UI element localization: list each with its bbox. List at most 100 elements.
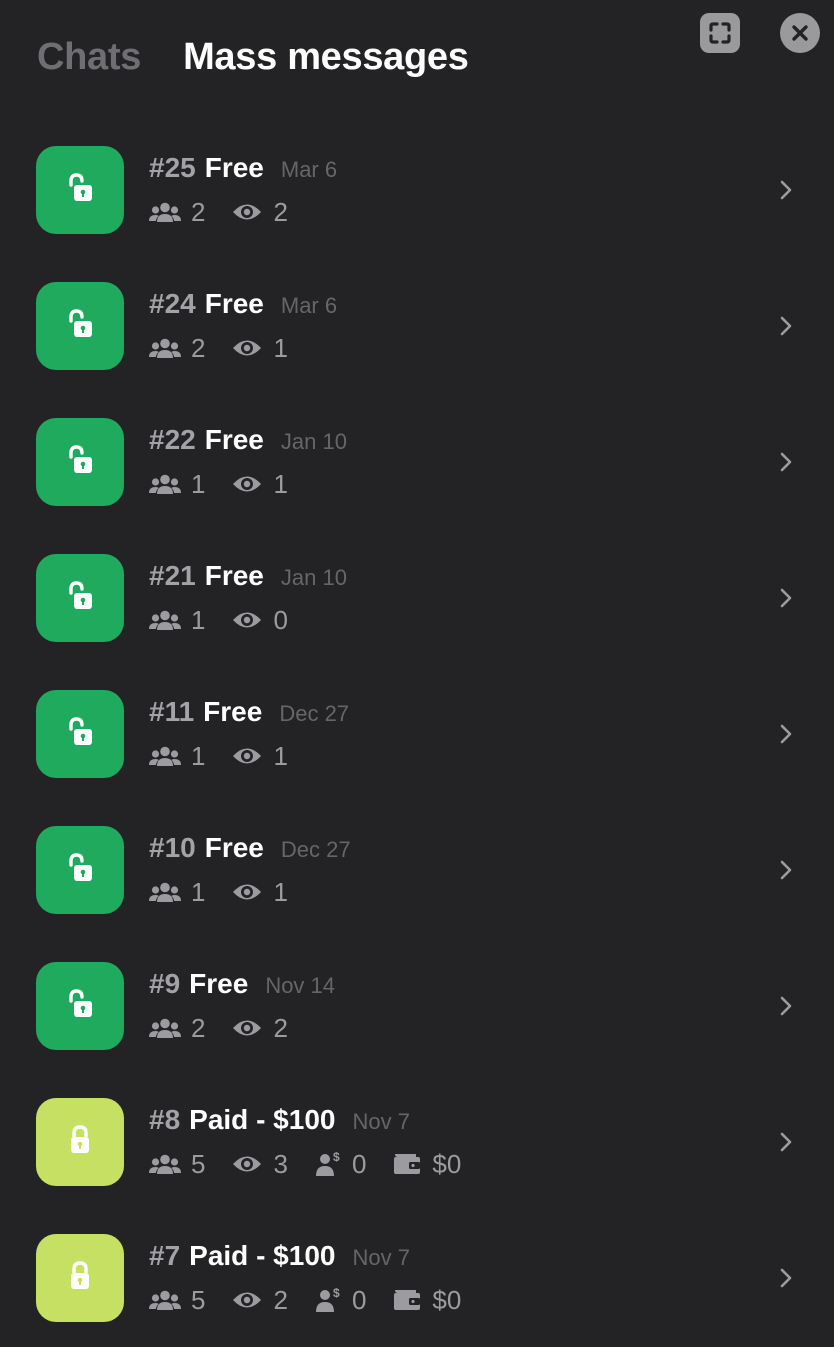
unlocked-lock-icon [63,851,97,890]
tab-bar: Chats Mass messages [37,34,469,80]
chevron-right-icon[interactable] [776,586,796,610]
recipients-stat: 2 [149,198,205,226]
recipients-count: 5 [191,1285,206,1315]
message-kind: Paid - $100 [189,1104,336,1135]
message-date: Nov 14 [265,973,336,998]
free-lock-tile [36,554,124,642]
users-icon [149,1289,181,1311]
svg-text:$: $ [333,1151,340,1164]
eye-icon [231,337,263,359]
recipients-count: 1 [191,877,206,907]
eye-icon [231,609,263,631]
recipients-count: 1 [191,605,206,635]
chevron-right-icon[interactable] [776,314,796,338]
recipients-stat: 5 [149,1286,205,1314]
message-number: #7 [149,1240,181,1271]
message-kind: Free [203,696,263,727]
free-lock-tile [36,690,124,778]
message-kind: Free [204,288,264,319]
message-stats: 10 [149,606,314,634]
users-icon [149,1153,181,1175]
free-lock-tile [36,962,124,1050]
message-date: Jan 10 [280,429,347,454]
recipients-stat: 2 [149,1014,205,1042]
message-kind: Free [189,968,249,999]
buyers-count: 0 [351,1149,367,1179]
message-stats: 11 [149,878,314,906]
unlocked-lock-icon [63,987,97,1026]
views-count: 2 [273,1285,288,1315]
views-count: 1 [273,469,288,499]
mass-message-row[interactable]: #25 Free Mar 622 [0,122,834,258]
mass-message-row[interactable]: #22 Free Jan 10 1 1 [0,394,834,530]
message-title: #7 Paid - $100 Nov 7 [149,1240,410,1272]
message-kind: Free [204,424,264,455]
mass-message-row[interactable]: #11 Free Dec 27 1 1 [0,666,834,802]
message-number: #21 [149,560,196,591]
wallet-icon [392,1152,422,1176]
resize-button[interactable] [700,13,740,53]
mass-message-row[interactable]: #8 Paid - $100 Nov 7 5 3 $0 $0 [0,1074,834,1210]
recipients-stat: 2 [149,334,205,362]
recipients-stat: 1 [149,742,205,770]
message-title: #11 Free Dec 27 [149,696,349,728]
svg-text:$: $ [333,1287,340,1300]
tab-chats[interactable]: Chats [37,34,141,80]
eye-icon [231,201,263,223]
message-title: #21 Free Jan 10 [149,560,347,592]
eye-icon [231,881,263,903]
buyers-count: 0 [351,1285,367,1315]
message-date: Mar 6 [280,293,338,318]
chevron-right-icon[interactable] [776,722,796,746]
chevron-right-icon[interactable] [776,858,796,882]
mass-message-row[interactable]: #7 Paid - $100 Nov 7 5 2 $0 $0 [0,1210,834,1346]
mass-message-row[interactable]: #10 Free Dec 27 1 1 [0,802,834,938]
recipients-stat: 1 [149,606,205,634]
mass-message-row[interactable]: #9 Free Nov 14 2 2 [0,938,834,1074]
users-icon [149,609,181,631]
message-stats: 22 [149,1014,314,1042]
views-stat: 3 [231,1150,288,1178]
eye-icon [231,1289,263,1311]
dollar-user-icon: $ [314,1151,342,1177]
recipients-count: 1 [191,741,206,771]
paid-lock-tile [36,1098,124,1186]
message-date: Dec 27 [279,701,350,726]
resize-icon [709,22,731,44]
message-stats: 11 [149,742,314,770]
views-stat: 2 [231,1285,288,1315]
users-icon [149,473,181,495]
message-date: Nov 7 [352,1245,410,1270]
message-kind: Free [204,560,264,591]
unlocked-lock-icon [63,715,97,754]
message-date: Mar 6 [280,157,338,182]
users-icon [149,337,181,359]
eye-icon [231,1153,263,1175]
views-stat: 1 [231,878,288,906]
chevron-right-icon[interactable] [776,1266,796,1290]
chevron-right-icon[interactable] [776,178,796,202]
views-stat: 1 [231,469,288,499]
mass-message-row[interactable]: #24 Free Mar 621 [0,258,834,394]
views-stat: 0 [231,606,288,634]
close-button[interactable] [780,13,820,53]
tab-mass-messages[interactable]: Mass messages [183,34,469,80]
chevron-right-icon[interactable] [776,994,796,1018]
chevron-right-icon[interactable] [776,1130,796,1154]
message-number: #9 [149,968,181,999]
message-number: #11 [149,696,195,727]
message-date: Jan 10 [280,565,347,590]
free-lock-tile [36,146,124,234]
revenue-stat: $0 [392,1150,461,1178]
chevron-right-icon[interactable] [776,450,796,474]
revenue-amount: $0 [432,1285,462,1315]
message-number: #8 [149,1104,181,1135]
message-stats: 11 [149,470,314,498]
eye-icon [231,745,263,767]
views-count: 1 [273,741,288,771]
users-icon [149,745,181,767]
mass-message-row[interactable]: #21 Free Jan 10 1 0 [0,530,834,666]
message-kind: Free [204,152,264,183]
eye-icon [231,1017,263,1039]
buyers-stat: $0 [314,1286,366,1314]
